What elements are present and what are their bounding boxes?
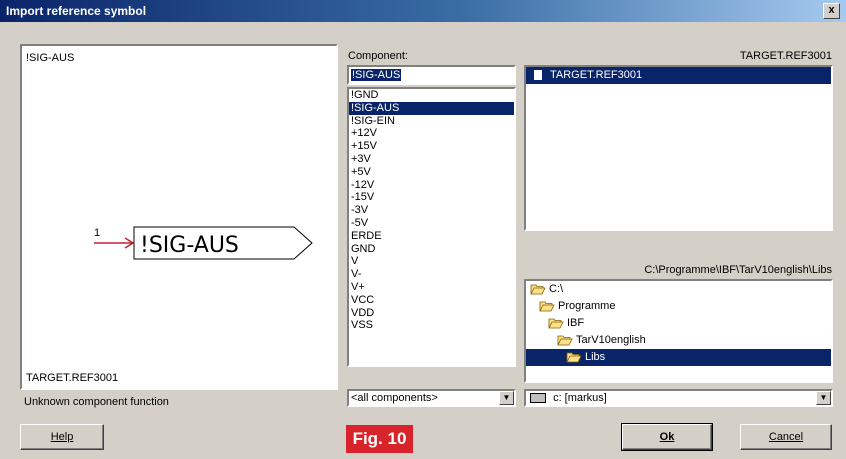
component-list-item[interactable]: -15V bbox=[349, 191, 514, 204]
component-list-item[interactable]: V bbox=[349, 255, 514, 268]
symbol-graphic: 1 !SIG-AUS bbox=[94, 226, 313, 260]
file-list-header: TARGET.REF3001 bbox=[739, 50, 832, 62]
open-folder-icon bbox=[530, 284, 546, 295]
component-list-item[interactable]: !SIG-AUS bbox=[349, 101, 514, 115]
pin-number: 1 bbox=[94, 227, 100, 239]
component-list[interactable]: !GND !SIG-AUS !SIG-EIN +12V +15V +3V +5V -12V -1… bbox=[347, 87, 516, 367]
directory-tree-item[interactable]: Programme bbox=[526, 298, 831, 315]
close-button[interactable]: x bbox=[823, 3, 840, 19]
open-folder-icon bbox=[557, 335, 573, 346]
component-list-item[interactable]: -12V bbox=[349, 179, 514, 192]
component-list-item[interactable]: -5V bbox=[349, 217, 514, 230]
dropdown-arrow-icon[interactable]: ▼ bbox=[816, 391, 831, 405]
cancel-button[interactable]: Cancel bbox=[740, 424, 832, 450]
component-filter-value: <all components> bbox=[351, 392, 438, 404]
component-filter-select[interactable]: <all components> ▼ bbox=[347, 389, 516, 407]
symbol-label: !SIG-AUS bbox=[140, 233, 239, 258]
file-list-item-label: TARGET.REF3001 bbox=[550, 69, 643, 81]
open-folder-icon bbox=[539, 301, 555, 312]
directory-tree-item[interactable]: Libs bbox=[526, 349, 831, 366]
ok-button[interactable]: Ok bbox=[621, 423, 713, 451]
component-list-item[interactable]: V+ bbox=[349, 281, 514, 294]
directory-tree-item[interactable]: IBF bbox=[526, 315, 831, 332]
directory-tree-item-label: Programme bbox=[558, 300, 616, 312]
component-list-item[interactable]: GND bbox=[349, 243, 514, 256]
component-list-item[interactable]: V- bbox=[349, 268, 514, 281]
file-list[interactable]: TARGET.REF3001 bbox=[524, 65, 833, 231]
open-folder-icon bbox=[548, 318, 564, 329]
file-list-item[interactable]: TARGET.REF3001 bbox=[526, 67, 831, 84]
symbol-preview-panel: !SIG-AUS 1 !SIG-AUS TARGET.REF3001 bbox=[20, 44, 338, 390]
component-list-item[interactable]: +12V bbox=[349, 127, 514, 140]
cancel-button-label: Cancel bbox=[768, 431, 804, 443]
window-title: Import reference symbol bbox=[6, 4, 147, 18]
preview-library-name: TARGET.REF3001 bbox=[26, 372, 119, 384]
component-list-item[interactable]: VDD bbox=[349, 307, 514, 320]
directory-tree-item[interactable]: C:\ bbox=[526, 281, 831, 298]
component-input[interactable]: !SIG-AUS bbox=[347, 65, 516, 85]
directory-tree-item-label: Libs bbox=[585, 351, 606, 363]
directory-tree-item[interactable]: TarV10english bbox=[526, 332, 831, 349]
open-folder-icon bbox=[566, 352, 582, 363]
help-button-label: Help bbox=[50, 431, 74, 443]
ok-button-label: Ok bbox=[659, 431, 675, 443]
help-button[interactable]: Help bbox=[20, 424, 104, 450]
directory-tree-item-label: TarV10english bbox=[576, 334, 646, 346]
drive-value: c: [markus] bbox=[553, 392, 607, 404]
title-bar: Import reference symbol x bbox=[0, 0, 846, 22]
component-list-item[interactable]: +15V bbox=[349, 140, 514, 153]
component-description: Unknown component function bbox=[24, 396, 169, 408]
component-list-item[interactable]: !SIG-EIN bbox=[349, 115, 514, 128]
component-input-value: !SIG-AUS bbox=[351, 69, 402, 81]
directory-tree-item-label: C:\ bbox=[549, 283, 564, 295]
directory-tree[interactable]: C:\ Programme IBF TarV10english Libs bbox=[524, 279, 833, 383]
drive-select[interactable]: c: [markus] ▼ bbox=[524, 389, 833, 407]
component-list-item[interactable]: +5V bbox=[349, 166, 514, 179]
component-list-item[interactable]: -3V bbox=[349, 204, 514, 217]
file-icon bbox=[534, 70, 542, 81]
component-list-item[interactable]: +3V bbox=[349, 153, 514, 166]
directory-tree-item-label: IBF bbox=[567, 317, 585, 329]
figure-label: Fig. 10 bbox=[346, 425, 413, 453]
component-list-item[interactable]: VCC bbox=[349, 294, 514, 307]
dropdown-arrow-icon[interactable]: ▼ bbox=[499, 391, 514, 405]
component-list-item[interactable]: ERDE bbox=[349, 230, 514, 243]
component-list-item[interactable]: !GND bbox=[349, 89, 514, 102]
component-label: Component: bbox=[348, 50, 408, 62]
component-list-item[interactable]: VSS bbox=[349, 319, 514, 332]
drive-icon bbox=[530, 393, 546, 404]
directory-path: C:\Programme\IBF\TarV10english\Libs bbox=[644, 264, 832, 276]
preview-symbol-name: !SIG-AUS bbox=[26, 52, 75, 64]
